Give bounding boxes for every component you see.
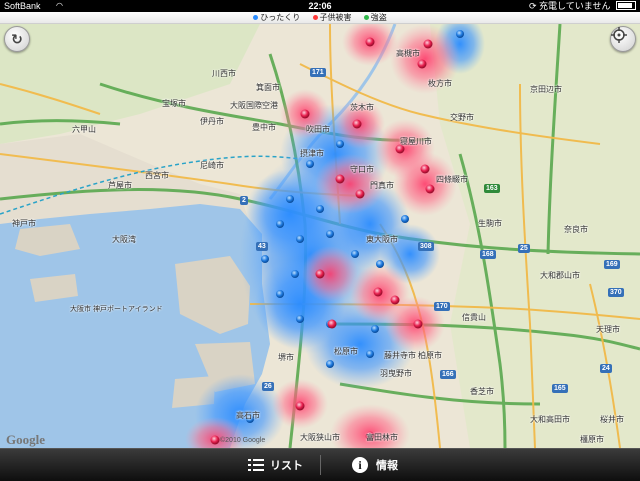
list-icon [248,459,264,471]
info-icon: i [352,457,368,473]
route-2: 2 [240,196,248,205]
current-location-button[interactable] [610,26,636,52]
legend-dot-blue-icon [253,15,259,20]
toolbar-divider [320,455,321,475]
label-kyotanabe: 京田辺市 [530,85,562,94]
label-sakai: 堺市 [278,353,294,362]
label-settsu: 摂津市 [300,149,324,158]
label-kawanishi: 川西市 [212,69,236,78]
label-amagasaki: 尼崎市 [200,161,224,170]
label-ikoma: 生駒市 [478,219,502,228]
label-habikino: 羽曳野市 [380,369,412,378]
label-suita: 吹田市 [306,125,330,134]
label-nara: 奈良市 [564,225,588,234]
legend-dot-red-icon [312,15,318,20]
label-ashiya: 芦屋市 [108,181,132,190]
battery-icon [616,1,636,10]
route-169: 169 [604,260,620,269]
map-copyright: ©2010 Google [220,437,266,444]
label-shigisan: 信貴山 [462,313,486,322]
label-itami: 伊丹市 [200,117,224,126]
route-163: 163 [484,184,500,193]
label-higashiosaka: 東大阪市 [366,235,398,244]
label-takarazuka: 宝塚市 [162,99,186,108]
map-view[interactable]: 川西市 箕面市 高槻市 枚方市 宝塚市 大阪国際空港 茨木市 京田辺市 六甲山 … [0,24,640,448]
label-moriguchi: 守口市 [350,165,374,174]
route-26: 26 [262,382,274,391]
route-168: 168 [480,250,496,259]
label-neyagawa: 寝屋川市 [400,137,432,146]
charging-text: 充電していません [539,1,611,11]
label-yamatotakada: 大和高田市 [530,415,570,424]
route-170: 170 [434,302,450,311]
label-rokkosan: 六甲山 [72,125,96,134]
label-tondabayashi: 富田林市 [366,433,398,442]
label-osaka-bay: 大阪湾 [112,235,136,244]
route-171: 171 [310,68,326,77]
label-sakurai: 桜井市 [600,415,624,424]
charging-status: ⟳ 充電していません [529,0,636,12]
label-kadoma: 門真市 [370,181,394,190]
legend-dot-green-icon [363,15,369,20]
route-370: 370 [608,288,624,297]
legend-item-robbery: 強盗 [363,12,387,23]
label-takaishi: 高石市 [236,411,260,420]
label-osaka-airport: 大阪国際空港 [230,101,278,110]
label-osakasayama: 大阪狭山市 [300,433,340,442]
label-kashiwara: 柏原市 [418,351,442,360]
legend-item-snatch: ひったくり [253,12,300,23]
label-toyonaka: 豊中市 [252,123,276,132]
label-katano: 交野市 [450,113,474,122]
route-43: 43 [256,242,268,251]
label-kashiba: 香芝市 [470,387,494,396]
info-label: 情報 [376,460,398,472]
route-25: 25 [518,244,530,253]
legend-item-child: 子供被害 [312,12,352,23]
label-matsubara: 松原市 [334,347,358,356]
label-tenri: 天理市 [596,325,620,334]
route-308: 308 [418,242,434,251]
lock-rotation-icon: ⟳ [528,1,537,11]
route-24: 24 [600,364,612,373]
list-button[interactable]: リスト [248,449,303,481]
legend-bar: ひったくり 子供被害 強盗 [0,12,640,24]
crosshair-icon [611,27,627,43]
refresh-button[interactable]: ↻ [4,26,30,52]
label-shijonawate: 四條畷市 [436,175,468,184]
label-minoo: 箕面市 [256,83,280,92]
label-takatsuki: 高槻市 [396,49,420,58]
label-port-island-road: 大阪市 神戸ポートアイランド [70,306,163,313]
refresh-icon: ↻ [11,30,23,47]
list-label: リスト [270,460,303,472]
route-165: 165 [552,384,568,393]
label-fujiidera: 藤井寺市 [384,351,416,360]
label-ibaraki: 茨木市 [350,103,374,112]
label-kobe: 神戸市 [12,219,36,228]
label-hirakata: 枚方市 [428,79,452,88]
label-yamatokoriyama: 大和郡山市 [540,271,580,280]
route-166: 166 [440,370,456,379]
status-bar: SoftBank ◠ 22:06 ⟳ 充電していません [0,0,640,12]
label-kashihara: 橿原市 [580,435,604,444]
label-nishinomiya: 西宮市 [145,171,169,180]
google-logo: Google [6,432,45,447]
bottom-toolbar: リスト i 情報 [0,448,640,481]
info-button[interactable]: i 情報 [352,449,398,481]
